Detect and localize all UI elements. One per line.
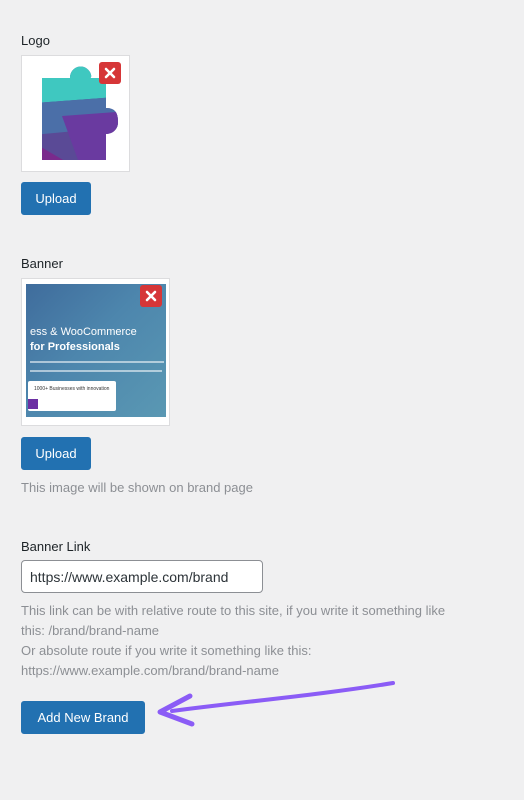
banner-preview-text-line	[30, 370, 162, 372]
add-new-brand-button[interactable]: Add New Brand	[21, 701, 145, 734]
banner-preview-text-line	[30, 361, 164, 363]
banner-preview: ess & WooCommerce for Professionals 1000…	[21, 278, 170, 426]
banner-preview-line2: for Professionals	[30, 341, 120, 353]
banner-upload-button[interactable]: Upload	[21, 437, 91, 470]
logo-upload-button[interactable]: Upload	[21, 182, 91, 215]
banner-link-help-line3: Or absolute route if you write it someth…	[21, 643, 312, 658]
banner-link-help-line1: This link can be with relative route to …	[21, 603, 446, 618]
banner-preview-card-text: 1000+ Businesses with innovation	[34, 386, 110, 392]
banner-preview-line1: ess & WooCommerce	[30, 326, 137, 338]
logo-remove-button[interactable]	[99, 62, 121, 84]
close-icon	[145, 290, 157, 302]
banner-link-label: Banner Link	[21, 539, 91, 554]
banner-link-help-line2: this: /brand/brand-name	[21, 623, 160, 638]
close-icon	[104, 67, 116, 79]
banner-label: Banner	[21, 256, 63, 271]
logo-preview	[21, 55, 130, 172]
banner-preview-card: 1000+ Businesses with innovation	[28, 381, 116, 411]
banner-link-input[interactable]	[21, 560, 263, 593]
banner-link-help-line4: https://www.example.com/brand/brand-name	[21, 663, 279, 678]
logo-label: Logo	[21, 33, 50, 48]
banner-preview-card-chip	[28, 399, 38, 409]
banner-description: This image will be shown on brand page	[21, 480, 253, 495]
banner-remove-button[interactable]	[140, 285, 162, 307]
